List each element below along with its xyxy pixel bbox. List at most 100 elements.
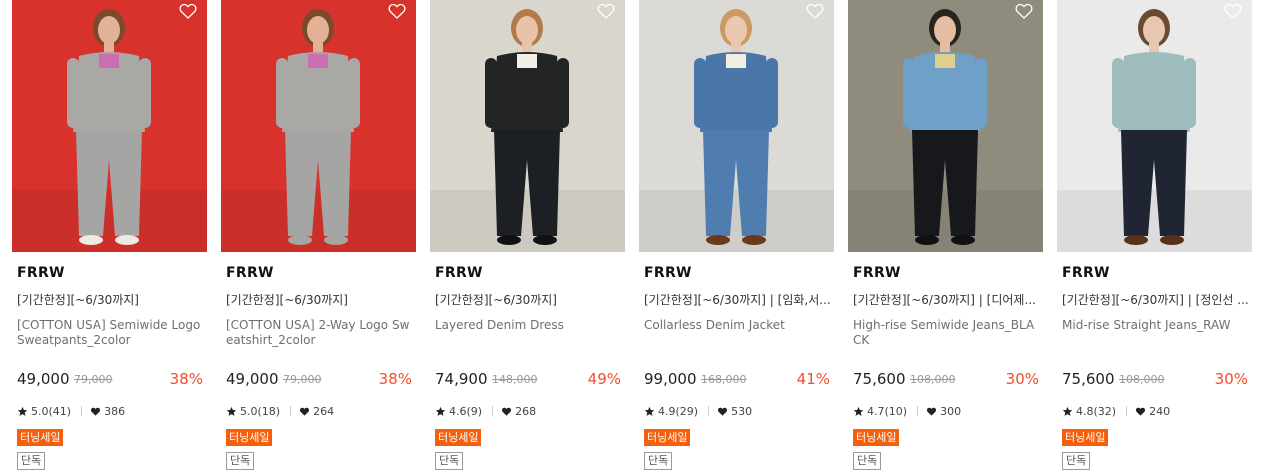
- star-icon: [435, 406, 446, 416]
- product-name[interactable]: High-rise Semiwide Jeans_BLACK: [853, 318, 1041, 348]
- meta-divider: [81, 406, 83, 416]
- promo-text: [기간한정][~6/30까지]: [226, 293, 348, 307]
- rating-text: 5.0(18): [240, 404, 281, 418]
- original-price: 168,000: [701, 373, 747, 386]
- brand-name[interactable]: FRRW: [435, 265, 483, 281]
- sale-badge: 터닝세일: [853, 429, 900, 446]
- product-image[interactable]: [1057, 0, 1252, 252]
- price-row: 99,000 168,000 41%: [644, 370, 830, 390]
- meta-divider: [708, 406, 710, 416]
- product-name[interactable]: Layered Denim Dress: [435, 318, 623, 333]
- rating-text: 4.8(32): [1076, 404, 1117, 418]
- sale-price: 75,600: [1062, 370, 1115, 388]
- rating-text: 5.0(41): [31, 404, 72, 418]
- meta-row: 4.6(9) 268: [435, 404, 536, 418]
- product-name[interactable]: [COTTON USA] 2-Way Logo Sweatshirt_2colo…: [226, 318, 414, 348]
- promo-text: [기간한정][~6/30까지] | [디어제...: [853, 293, 1036, 307]
- original-price: 108,000: [910, 373, 956, 386]
- product-image[interactable]: [12, 0, 207, 252]
- discount-rate: 30%: [1214, 370, 1248, 388]
- sale-badge: 터닝세일: [226, 429, 273, 446]
- exclusive-badge: 단독: [1062, 452, 1091, 470]
- product-grid: FRRW [기간한정][~6/30까지] [COTTON USA] Semiwi…: [12, 0, 1273, 471]
- product-name[interactable]: Collarless Denim Jacket: [644, 318, 832, 333]
- product-card[interactable]: FRRW [기간한정][~6/30까지] | [디어제... High-rise…: [848, 0, 1043, 471]
- price-row: 74,900 148,000 49%: [435, 370, 621, 390]
- star-icon: [17, 406, 28, 416]
- like-count: 300: [940, 404, 962, 418]
- product-photo: [1057, 0, 1252, 252]
- product-name[interactable]: Mid-rise Straight Jeans_RAW: [1062, 318, 1250, 333]
- product-image[interactable]: [430, 0, 625, 252]
- brand-name[interactable]: FRRW: [853, 265, 901, 281]
- exclusive-badge: 단독: [435, 452, 464, 470]
- rating-text: 4.6(9): [449, 404, 483, 418]
- brand-name[interactable]: FRRW: [226, 265, 274, 281]
- sale-price: 99,000: [644, 370, 697, 388]
- original-price: 79,000: [283, 373, 322, 386]
- product-card[interactable]: FRRW [기간한정][~6/30까지] | [임화,서... Collarle…: [639, 0, 834, 471]
- promo-text: [기간한정][~6/30까지]: [17, 293, 139, 307]
- product-card[interactable]: FRRW [기간한정][~6/30까지] [COTTON USA] Semiwi…: [12, 0, 207, 471]
- sale-badge: 터닝세일: [1062, 429, 1109, 446]
- wishlist-heart-icon[interactable]: [595, 0, 617, 22]
- heart-count-icon: [502, 407, 512, 416]
- exclusive-badge: 단독: [644, 452, 673, 470]
- price-row: 49,000 79,000 38%: [226, 370, 412, 390]
- rating-text: 4.7(10): [867, 404, 908, 418]
- exclusive-badge: 단독: [853, 452, 882, 470]
- product-card[interactable]: FRRW [기간한정][~6/30까지] Layered Denim Dress…: [430, 0, 625, 471]
- meta-row: 4.8(32) 240: [1062, 404, 1170, 418]
- price-row: 75,600 108,000 30%: [1062, 370, 1248, 390]
- product-image[interactable]: [221, 0, 416, 252]
- heart-count-icon: [927, 407, 937, 416]
- original-price: 148,000: [492, 373, 538, 386]
- promo-text: [기간한정][~6/30까지] | [정인선 ...: [1062, 293, 1249, 307]
- wishlist-heart-icon[interactable]: [804, 0, 826, 22]
- exclusive-badge: 단독: [17, 452, 46, 470]
- product-name[interactable]: [COTTON USA] Semiwide Logo Sweatpants_2c…: [17, 318, 205, 348]
- sale-price: 49,000: [17, 370, 70, 388]
- wishlist-heart-icon[interactable]: [1013, 0, 1035, 22]
- product-photo: [639, 0, 834, 252]
- brand-name[interactable]: FRRW: [1062, 265, 1110, 281]
- star-icon: [853, 406, 864, 416]
- brand-name[interactable]: FRRW: [644, 265, 692, 281]
- meta-divider: [917, 406, 919, 416]
- star-icon: [1062, 406, 1073, 416]
- wishlist-heart-icon[interactable]: [1222, 0, 1244, 22]
- like-count: 240: [1149, 404, 1171, 418]
- price-row: 75,600 108,000 30%: [853, 370, 1039, 390]
- star-icon: [644, 406, 655, 416]
- product-photo: [848, 0, 1043, 252]
- heart-count-icon: [300, 407, 310, 416]
- sale-price: 75,600: [853, 370, 906, 388]
- product-photo: [430, 0, 625, 252]
- wishlist-heart-icon[interactable]: [386, 0, 408, 22]
- product-photo: [221, 0, 416, 252]
- rating-text: 4.9(29): [658, 404, 699, 418]
- sale-badge: 터닝세일: [435, 429, 482, 446]
- product-card[interactable]: FRRW [기간한정][~6/30까지] | [정인선 ... Mid-rise…: [1057, 0, 1252, 471]
- meta-row: 4.7(10) 300: [853, 404, 961, 418]
- discount-rate: 49%: [587, 370, 621, 388]
- meta-divider: [1126, 406, 1128, 416]
- meta-divider: [492, 406, 494, 416]
- product-image[interactable]: [639, 0, 834, 252]
- heart-count-icon: [718, 407, 728, 416]
- exclusive-badge: 단독: [226, 452, 255, 470]
- promo-text: [기간한정][~6/30까지] | [임화,서...: [644, 293, 831, 307]
- product-image[interactable]: [848, 0, 1043, 252]
- heart-count-icon: [91, 407, 101, 416]
- brand-name[interactable]: FRRW: [17, 265, 65, 281]
- price-row: 49,000 79,000 38%: [17, 370, 203, 390]
- like-count: 530: [731, 404, 753, 418]
- original-price: 108,000: [1119, 373, 1165, 386]
- sale-badge: 터닝세일: [17, 429, 64, 446]
- sale-price: 49,000: [226, 370, 279, 388]
- wishlist-heart-icon[interactable]: [177, 0, 199, 22]
- like-count: 268: [515, 404, 537, 418]
- star-icon: [226, 406, 237, 416]
- product-card[interactable]: FRRW [기간한정][~6/30까지] [COTTON USA] 2-Way …: [221, 0, 416, 471]
- heart-count-icon: [1136, 407, 1146, 416]
